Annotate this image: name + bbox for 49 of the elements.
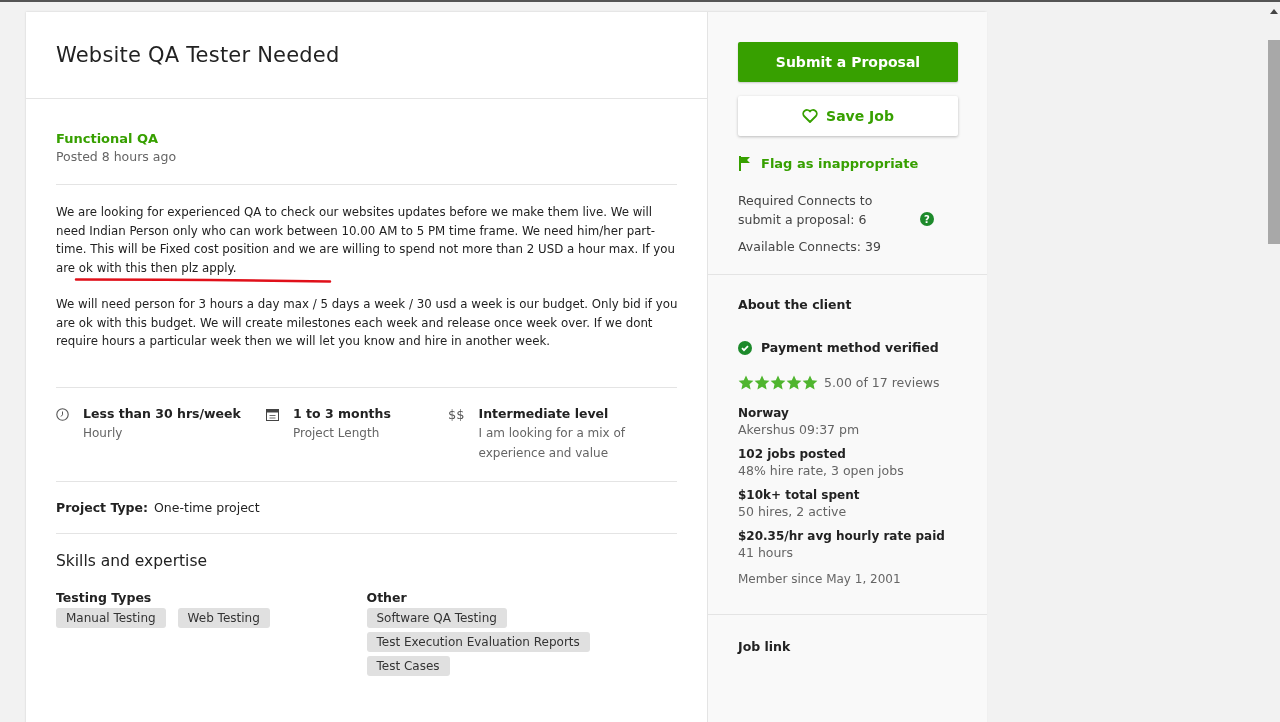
client-fact-title: $20.35/hr avg hourly rate paid [738, 529, 946, 543]
skill-tag[interactable]: Test Cases [366, 655, 450, 676]
required-connects: Required Connects to submit a proposal: 6 [738, 192, 874, 229]
feature-title: 1 to 3 months [293, 405, 391, 421]
feature-detail: Hourly [83, 424, 124, 442]
star-icon [738, 375, 754, 390]
member-since: Member since May 1, 2001 [738, 572, 902, 586]
available-connects: Available Connects: 39 [738, 239, 882, 254]
client-fact-title: Norway [738, 406, 790, 420]
scrollbar-thumb[interactable] [1268, 40, 1280, 244]
client-fact-detail: 50 hires, 2 active [738, 504, 848, 519]
flag-icon [738, 156, 751, 171]
skill-tag[interactable]: Test Execution Evaluation Reports [366, 631, 590, 652]
calendar-icon [266, 407, 279, 421]
rating-text: 5.00 of 17 reviews [824, 375, 940, 390]
feature-title: Intermediate level [478, 405, 610, 421]
job-title: Website QA Tester Needed [56, 43, 340, 67]
client-heading: About the client [738, 297, 853, 312]
skill-group-name: Testing Types [56, 589, 153, 605]
payment-status: Payment method verified [761, 340, 939, 355]
skill-tag[interactable]: Web Testing [177, 607, 270, 628]
job-link-heading: Job link [736, 638, 792, 656]
verified-icon [738, 340, 752, 355]
section-heading: Skills and expertise [56, 551, 208, 570]
project-type-label: Project Type: [56, 499, 149, 515]
help-icon[interactable]: ? [920, 212, 934, 226]
skill-tag[interactable]: Manual Testing [56, 607, 166, 628]
star-icon [786, 375, 802, 390]
client-fact-title: 102 jobs posted [738, 447, 847, 461]
level-symbol: $$ [448, 406, 465, 424]
heart-icon [802, 109, 819, 123]
client-fact-detail: 48% hire rate, 3 open jobs [738, 463, 905, 478]
star-icon [770, 375, 786, 390]
posted-time: Posted 8 hours ago [56, 149, 178, 164]
feature-title: Less than 30 hrs/week [83, 405, 241, 421]
description-paragraph: We are looking for experienced QA to check our websites updates before we make them live. We will need Indian Person only who can work between 10.00 AM to 5 PM time frame. We need him/her part-time. This will be Fixed cost position and we are willing to spend not more than 2 USD a hour max. If you are ok with this then plz apply. [56, 204, 676, 277]
feature-detail: Project Length [293, 424, 381, 442]
client-fact-detail: 41 hours [738, 545, 795, 560]
skill-group-name: Other [366, 589, 408, 605]
scroll-up-icon [1270, 9, 1278, 14]
feature-detail: I am looking for a mix of experience and value [478, 424, 627, 462]
client-fact-title: $10k+ total spent [738, 488, 861, 502]
client-fact-detail: Akershus 09:37 pm [738, 422, 861, 437]
project-type-value: One-time project [154, 499, 260, 515]
star-icon [802, 375, 818, 390]
skill-tag[interactable]: Software QA Testing [366, 607, 507, 628]
star-icon [754, 375, 770, 390]
description-paragraph: We will need person for 3 hours a day max / 5 days a week / 30 usd a week is our budget. Only bid if you are ok with this budget. We will create milestones each week and release once week over. If we dont require hours a particular week then we will let you know and hire in another week. [56, 296, 679, 350]
clock-icon [56, 407, 69, 421]
